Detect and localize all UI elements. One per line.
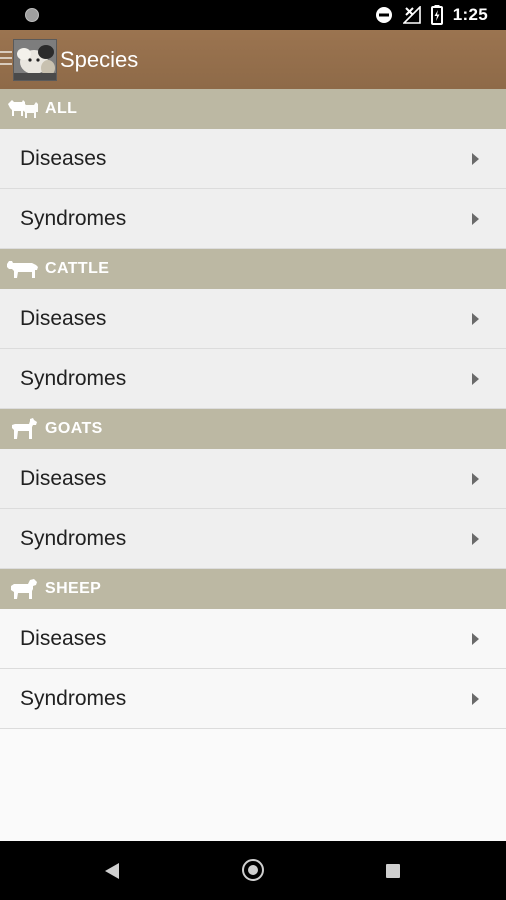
species-list: ALL Diseases Syndromes CATTLE Diseases S… <box>0 89 506 729</box>
page-title: Species <box>60 47 139 72</box>
list-item-label: Diseases <box>20 146 107 170</box>
section-label: SHEEP <box>45 580 102 597</box>
list-item-sheep-syndromes[interactable]: Syndromes <box>0 669 506 729</box>
notification-dot-icon <box>25 8 39 22</box>
list-item-cattle-diseases[interactable]: Diseases <box>0 289 506 349</box>
list-item-label: Diseases <box>20 466 107 490</box>
menu-icon[interactable] <box>0 51 12 69</box>
list-item-label: Diseases <box>20 306 107 330</box>
section-label: ALL <box>45 100 78 117</box>
recents-icon[interactable] <box>386 864 400 878</box>
list-item-goats-syndromes[interactable]: Syndromes <box>0 509 506 569</box>
app-logo-icon[interactable] <box>13 39 57 81</box>
section-label: CATTLE <box>45 260 110 277</box>
goat-icon <box>6 416 40 442</box>
battery-charging-icon <box>430 5 443 25</box>
multi-animal-icon <box>6 96 40 122</box>
list-item-label: Syndromes <box>20 366 127 390</box>
section-header-cattle: CATTLE <box>0 249 506 289</box>
cattle-icon <box>6 256 40 282</box>
chevron-right-icon <box>472 533 479 545</box>
list-item-label: Syndromes <box>20 206 127 230</box>
chevron-right-icon <box>472 373 479 385</box>
navigation-bar <box>0 841 506 900</box>
list-item-all-syndromes[interactable]: Syndromes <box>0 189 506 249</box>
list-item-label: Syndromes <box>20 686 127 710</box>
list-item-goats-diseases[interactable]: Diseases <box>0 449 506 509</box>
status-time: 1:25 <box>452 5 488 24</box>
back-icon[interactable] <box>105 863 119 879</box>
chevron-right-icon <box>472 693 479 705</box>
section-header-sheep: SHEEP <box>0 569 506 609</box>
chevron-right-icon <box>472 213 479 225</box>
home-icon[interactable] <box>242 859 264 881</box>
list-item-label: Diseases <box>20 626 107 650</box>
no-signal-icon <box>402 6 421 24</box>
status-icons: 1:25 <box>375 0 488 30</box>
list-item-all-diseases[interactable]: Diseases <box>0 129 506 189</box>
section-header-goats: GOATS <box>0 409 506 449</box>
chevron-right-icon <box>472 153 479 165</box>
status-bar: 1:25 <box>0 0 506 30</box>
chevron-right-icon <box>472 313 479 325</box>
list-item-label: Syndromes <box>20 526 127 550</box>
section-header-all: ALL <box>0 89 506 129</box>
chevron-right-icon <box>472 473 479 485</box>
app-bar: Species <box>0 30 506 89</box>
do-not-disturb-icon <box>375 6 393 24</box>
list-item-sheep-diseases[interactable]: Diseases <box>0 609 506 669</box>
list-item-cattle-syndromes[interactable]: Syndromes <box>0 349 506 409</box>
sheep-icon <box>6 576 40 602</box>
section-label: GOATS <box>45 420 103 437</box>
chevron-right-icon <box>472 633 479 645</box>
